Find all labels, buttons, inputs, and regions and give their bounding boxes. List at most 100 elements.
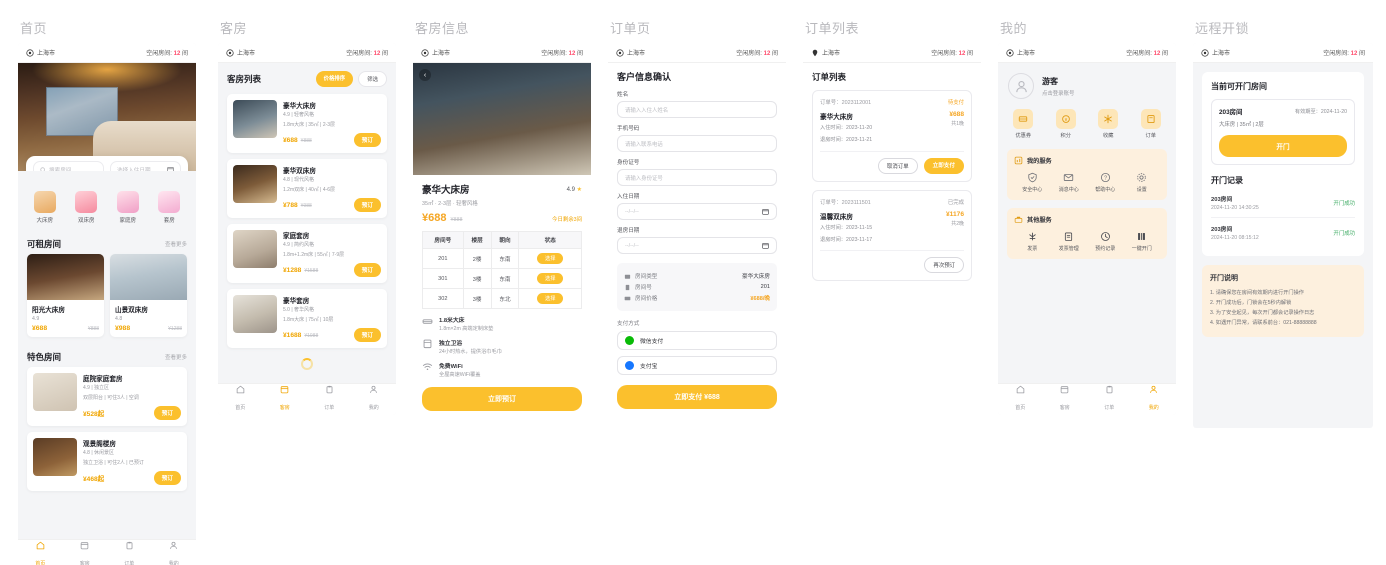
location[interactable]: 上海市 xyxy=(421,48,450,57)
see-more-link[interactable]: 查看更多 xyxy=(165,353,187,361)
service-help-center[interactable]: ? 帮助中心 xyxy=(1087,172,1124,193)
payment-option-alipay[interactable]: 支付宝 xyxy=(617,356,777,375)
room-list-item[interactable]: 豪华双床房 4.8 | 现代风格 1.2m双床 | 40㎡ | 4-6层 ¥78… xyxy=(227,159,387,218)
featured-list-item[interactable]: 观景阁楼房 4.8 | 休闲景区 独立卫浴 | 可住2人 | 已预订 ¥468起… xyxy=(27,432,187,491)
cancel-order-button[interactable]: 取消订单 xyxy=(878,157,918,174)
vacancy-label: 空闲房间: xyxy=(146,51,172,57)
select-room-button[interactable]: 选择 xyxy=(537,253,564,264)
category-big-bed[interactable]: 大床房 xyxy=(24,191,66,224)
room-card[interactable]: 山景双床房 4.8 ¥988 ¥1288 xyxy=(110,254,187,337)
select-room-button[interactable]: 选择 xyxy=(537,273,564,284)
guest-name-field[interactable]: 请输入入住人姓名 xyxy=(617,101,777,118)
book-button[interactable]: 预订 xyxy=(353,198,381,212)
see-more-link[interactable]: 查看更多 xyxy=(165,240,187,248)
checkout-date-field[interactable]: --/--/-- xyxy=(617,237,777,254)
home-icon xyxy=(1016,385,1025,394)
location[interactable]: 上海市 xyxy=(226,48,255,57)
room-list-item[interactable]: 家庭套房 4.9 | 简约风格 1.8m+1.2m床 | 55㎡ | 7-9层 … xyxy=(227,224,387,283)
user-avatar-icon xyxy=(1015,80,1027,92)
location[interactable]: 上海市 xyxy=(1201,48,1230,57)
service-settings[interactable]: 设置 xyxy=(1124,172,1161,193)
tab-orders[interactable]: 订单 xyxy=(1087,385,1132,414)
pay-now-button[interactable]: 立即支付 xyxy=(923,157,964,174)
profile-header[interactable]: 游客 点击登录账号 xyxy=(998,63,1176,107)
service-message-center[interactable]: 消息中心 xyxy=(1051,172,1088,193)
room-list-item[interactable]: 豪华套房 5.0 | 奢华风格 1.8m大床 | 75㎡ | 10层 ¥1688… xyxy=(227,289,387,348)
service-one-tap-unlock[interactable]: 一键开门 xyxy=(1124,231,1161,252)
search-input[interactable]: 搜索房间 xyxy=(33,161,104,171)
select-room-button[interactable]: 选择 xyxy=(537,293,564,304)
tab-orders[interactable]: 订单 xyxy=(307,385,352,414)
vacancy: 空闲房间: 12 间 xyxy=(346,48,388,57)
location[interactable]: 上海市 xyxy=(1006,48,1035,57)
checkin-date-field[interactable]: --/--/-- xyxy=(617,203,777,220)
location[interactable]: 上海市 xyxy=(811,48,840,57)
quick-order[interactable]: 订单 xyxy=(1130,109,1173,139)
phone-field[interactable]: 请输入联系电话 xyxy=(617,135,777,152)
book-button[interactable]: 预订 xyxy=(353,133,381,147)
tab-profile[interactable]: 我的 xyxy=(152,541,197,565)
vacancy-unit: 间 xyxy=(966,51,973,57)
tab-rooms[interactable]: 客房 xyxy=(1043,385,1088,414)
location[interactable]: 上海市 xyxy=(26,48,55,57)
book-button[interactable]: 预订 xyxy=(353,328,381,342)
filter-button[interactable]: 筛选 xyxy=(358,71,387,87)
room-list-item[interactable]: 豪华大床房 4.9 | 轻奢风格 1.8m大床 | 35㎡ | 2-3层 ¥68… xyxy=(227,94,387,153)
id-field[interactable]: 请输入身份证号 xyxy=(617,169,777,186)
rebook-button[interactable]: 再次预订 xyxy=(924,257,964,274)
tab-rooms[interactable]: 客房 xyxy=(263,385,308,414)
category-suite[interactable]: 套房 xyxy=(149,191,191,224)
service-invoice-manage[interactable]: 发票管理 xyxy=(1051,231,1088,252)
tab-profile[interactable]: 我的 xyxy=(1132,385,1177,414)
book-button[interactable]: 预订 xyxy=(153,406,181,420)
room-thumbnail xyxy=(33,438,77,476)
book-button[interactable]: 预订 xyxy=(353,263,381,277)
book-button[interactable]: 预订 xyxy=(153,471,181,485)
service-booking-records[interactable]: 预约记录 xyxy=(1087,231,1124,252)
service-security-center[interactable]: 安全中心 xyxy=(1014,172,1051,193)
tab-home[interactable]: 首页 xyxy=(18,541,63,565)
quick-coupon[interactable]: 优惠券 xyxy=(1002,109,1045,139)
payment-label: 微信支付 xyxy=(640,339,664,345)
location[interactable]: 上海市 xyxy=(616,48,645,57)
form-heading: 客户信息确认 xyxy=(617,72,672,82)
service-invoice[interactable]: 发票 xyxy=(1014,231,1051,252)
tab-profile[interactable]: 我的 xyxy=(352,385,397,414)
tab-label: 我的 xyxy=(1148,405,1159,411)
quick-points[interactable]: ¥ 积分 xyxy=(1045,109,1088,139)
valid-date: 2024-11-20 xyxy=(1320,109,1347,115)
tab-orders[interactable]: 订单 xyxy=(107,541,152,565)
vacancy-count: 12 xyxy=(958,51,966,57)
tab-home[interactable]: 首页 xyxy=(218,385,263,414)
category-family-room[interactable]: 家庭房 xyxy=(107,191,149,224)
book-now-button[interactable]: 立即预订 xyxy=(422,387,582,411)
calendar-icon[interactable] xyxy=(762,208,769,215)
room-card[interactable]: 阳光大床房 4.9 ¥688 ¥888 xyxy=(27,254,104,337)
tab-rooms[interactable]: 客房 xyxy=(63,541,108,565)
screens-board: 首页 上海市 空闲房间: 12 间 搜索房间 选择入住日期 大床房 双床房 家庭… xyxy=(0,0,1386,565)
rooms-header: 客房列表 价格排序 筛选 xyxy=(218,63,396,94)
open-door-button[interactable]: 开门 xyxy=(1219,135,1347,157)
date-input[interactable]: 选择入住日期 xyxy=(110,161,181,171)
current-room-heading: 当前可开门房间 xyxy=(1211,82,1267,91)
twin-bed-icon xyxy=(75,191,98,213)
tab-label: 订单 xyxy=(1104,405,1115,411)
calendar-icon[interactable] xyxy=(762,242,769,249)
location-icon xyxy=(226,48,234,57)
sort-button[interactable]: 价格排序 xyxy=(315,71,354,87)
order-card[interactable]: 订单号：2023111501 已完成 温馨双床房 入住时间：2023-11-15… xyxy=(812,189,972,282)
featured-list-item[interactable]: 庭院家庭套房 4.9 | 独立区 双层阳台 | 可住3人 | 空调 ¥528起 … xyxy=(27,367,187,426)
category-twin-bed[interactable]: 双床房 xyxy=(66,191,108,224)
city-label: 上海市 xyxy=(37,51,56,57)
payment-option-wechat[interactable]: 微信支付 xyxy=(617,331,777,350)
login-prompt[interactable]: 点击登录账号 xyxy=(1042,89,1074,97)
room-price: ¥688 xyxy=(422,212,447,224)
pay-now-button[interactable]: 立即支付 ¥688 xyxy=(617,385,777,409)
city-label: 上海市 xyxy=(1017,51,1036,57)
avatar[interactable] xyxy=(1008,73,1034,99)
back-arrow-icon[interactable]: ‹ xyxy=(419,69,431,81)
order-card[interactable]: 订单号：2023112001 待支付 豪华大床房 入住时间：2023-11-20… xyxy=(812,90,972,182)
quick-favorite[interactable]: 收藏 xyxy=(1087,109,1130,139)
tab-home[interactable]: 首页 xyxy=(998,385,1043,414)
vacancy-unit: 间 xyxy=(181,51,188,57)
